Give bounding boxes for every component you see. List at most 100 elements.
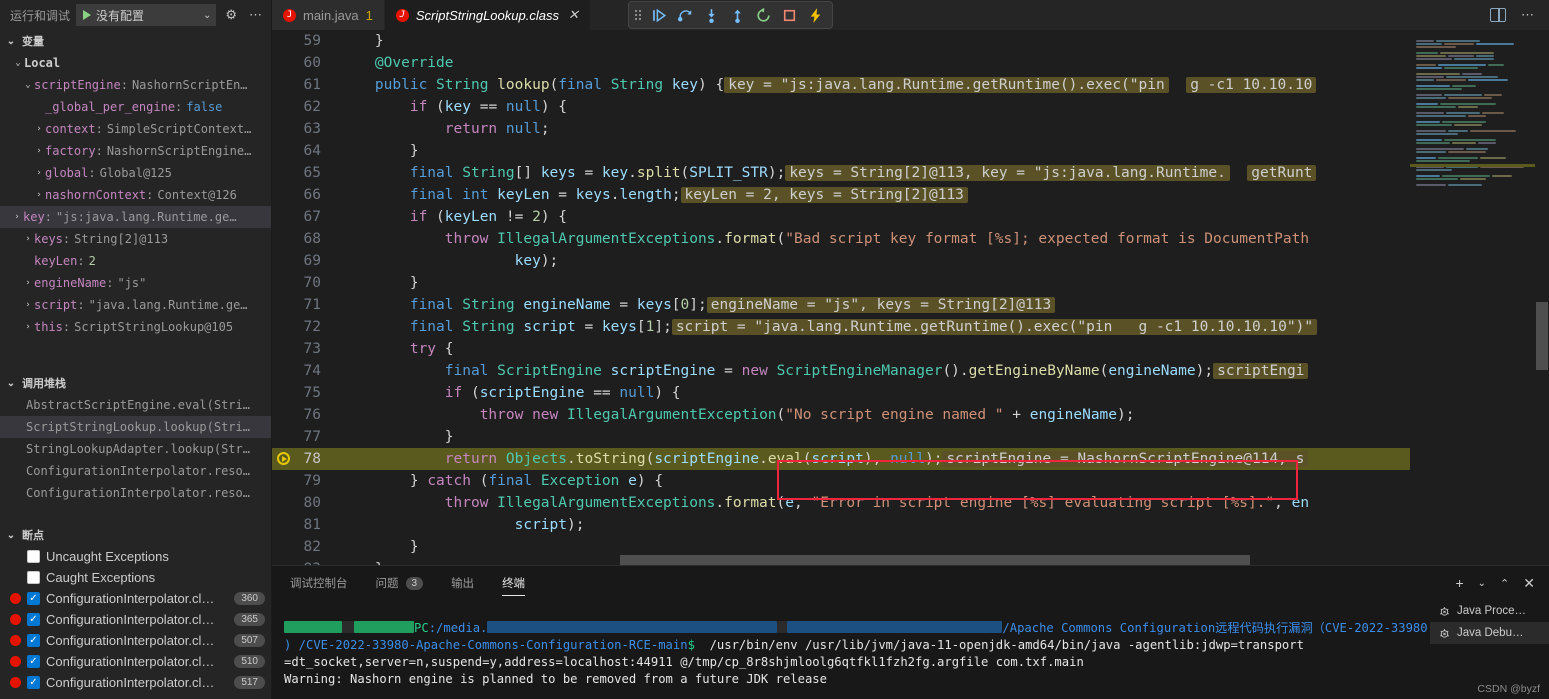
code-line[interactable]: 80 throw IllegalArgumentExceptions.forma… — [272, 492, 1410, 514]
terminal-dropdown-button[interactable]: ⌄ — [1478, 578, 1486, 589]
breakpoint-row[interactable]: Uncaught Exceptions — [0, 546, 271, 567]
code-line[interactable]: 62 if (key == null) { — [272, 96, 1410, 118]
code-line[interactable]: 60 @Override — [272, 52, 1410, 74]
code-line[interactable]: 76 throw new IllegalArgumentException("N… — [272, 404, 1410, 426]
chevron-right-icon[interactable]: › — [22, 278, 34, 288]
breakpoint-row[interactable]: ✓ ConfigurationInterpolator.cl… 507 — [0, 630, 271, 651]
chevron-right-icon[interactable]: › — [11, 212, 23, 222]
step-over-button[interactable] — [672, 2, 698, 28]
chevron-right-icon[interactable]: › — [33, 124, 45, 134]
code-editor[interactable]: 59 } 60 @Override 61 public String lookup(… — [272, 30, 1549, 565]
callstack-frame[interactable]: StringLookupAdapter.lookup(Str… — [0, 438, 271, 460]
line-number[interactable]: 71 — [272, 294, 340, 316]
chevron-down-icon[interactable]: ⌄ — [12, 58, 24, 68]
code-lines[interactable]: 59 } 60 @Override 61 public String lookup(… — [272, 30, 1410, 565]
line-number[interactable]: 63 — [272, 118, 340, 140]
line-number[interactable]: 83 — [272, 558, 340, 565]
terminal-item-java-process[interactable]: Java Proce… — [1430, 600, 1549, 622]
code-line[interactable]: 66 final int keyLen = keys.length; keyLen… — [272, 184, 1410, 206]
line-number[interactable]: 68 — [272, 228, 340, 250]
variable-row[interactable]: › global: Global@125 — [0, 162, 271, 184]
close-icon[interactable]: ✕ — [568, 7, 579, 23]
tab-debug-console[interactable]: 调试控制台 — [290, 566, 348, 600]
breakpoint-checkbox[interactable]: ✓ — [27, 592, 40, 605]
chevron-right-icon[interactable]: › — [33, 190, 45, 200]
variable-row[interactable]: keyLen:2 — [0, 250, 271, 272]
breakpoint-checkbox[interactable] — [27, 571, 40, 584]
breakpoint-checkbox[interactable]: ✓ — [27, 655, 40, 668]
tab-main-java[interactable]: J main.java 1 — [272, 0, 385, 30]
variables-scope-local[interactable]: ⌄ Local — [0, 52, 271, 74]
terminal-item-java-debug[interactable]: Java Debu… — [1430, 622, 1549, 644]
line-number[interactable]: 74 — [272, 360, 340, 382]
line-number[interactable]: 75 — [272, 382, 340, 404]
tab-output[interactable]: 输出 — [451, 566, 474, 600]
editor-vertical-scrollbar[interactable] — [1535, 30, 1549, 565]
chevron-right-icon[interactable]: › — [33, 146, 45, 156]
line-number[interactable]: 80 — [272, 492, 340, 514]
code-line[interactable]: 59 } — [272, 30, 1410, 52]
code-line[interactable]: 70 } — [272, 272, 1410, 294]
tab-scriptstringlookup-class[interactable]: J ScriptStringLookup.class ✕ — [384, 0, 591, 30]
callstack-frame[interactable]: AbstractScriptEngine.eval(Stri… — [0, 394, 271, 416]
code-line[interactable]: 64 } — [272, 140, 1410, 162]
line-number[interactable]: 66 — [272, 184, 340, 206]
line-number[interactable]: 73 — [272, 338, 340, 360]
variable-row[interactable]: › context: SimpleScriptContext… — [0, 118, 271, 140]
variable-row[interactable]: ⌄ scriptEngine: NashornScriptEn… — [0, 74, 271, 96]
scrollbar-thumb[interactable] — [1536, 302, 1548, 370]
callstack-frame[interactable]: ConfigurationInterpolator.reso… — [0, 460, 271, 482]
ellipsis-icon[interactable]: ⋯ — [246, 7, 265, 23]
variables-tree[interactable]: ⌄ Local ⌄ scriptEngine: NashornScriptEn… _g… — [0, 52, 271, 338]
callstack-frame[interactable]: ScriptStringLookup.lookup(Stri… — [0, 416, 271, 438]
new-terminal-button[interactable]: + — [1455, 575, 1463, 591]
scrollbar-thumb[interactable] — [620, 555, 1250, 565]
code-line[interactable]: 72 final String script = keys[1]; script … — [272, 316, 1410, 338]
code-line[interactable]: 75 if (scriptEngine == null) { — [272, 382, 1410, 404]
code-line[interactable]: 68 throw IllegalArgumentExceptions.forma… — [272, 228, 1410, 250]
breakpoint-checkbox[interactable]: ✓ — [27, 613, 40, 626]
breakpoint-checkbox[interactable]: ✓ — [27, 676, 40, 689]
code-line[interactable]: 63 return null; — [272, 118, 1410, 140]
line-number[interactable]: 59 — [272, 30, 340, 52]
code-line[interactable]: 77 } — [272, 426, 1410, 448]
chevron-down-icon[interactable]: ⌄ — [22, 80, 34, 90]
line-number[interactable]: 61 — [272, 74, 340, 96]
tab-terminal[interactable]: 终端 — [502, 566, 526, 600]
line-number[interactable]: 67 — [272, 206, 340, 228]
minimap[interactable] — [1410, 30, 1535, 565]
callstack-frame[interactable]: ConfigurationInterpolator.reso… — [0, 482, 271, 504]
code-line[interactable]: 69 key); — [272, 250, 1410, 272]
variable-row[interactable]: › this: ScriptStringLookup@105 — [0, 316, 271, 338]
line-number[interactable]: 60 — [272, 52, 340, 74]
code-line[interactable]: 73 try { — [272, 338, 1410, 360]
variable-row[interactable]: › nashornContext: Context@126 — [0, 184, 271, 206]
ellipsis-icon[interactable]: ⋯ — [1518, 7, 1537, 23]
editor-horizontal-scrollbar[interactable] — [340, 555, 1410, 565]
breakpoint-row[interactable]: ✓ ConfigurationInterpolator.cl… 365 — [0, 609, 271, 630]
step-out-button[interactable] — [724, 2, 750, 28]
line-number[interactable]: 79 — [272, 470, 340, 492]
terminal-output[interactable]: PC:/media. /Apache Commons Configuration远… — [272, 600, 1430, 699]
code-line[interactable]: 78 return Objects.toString(scriptEngine.… — [272, 448, 1410, 470]
play-icon[interactable] — [83, 10, 92, 20]
hot-reload-button[interactable] — [802, 2, 828, 28]
variable-row[interactable]: › keys: String[2]@113 — [0, 228, 271, 250]
line-number[interactable]: 76 — [272, 404, 340, 426]
line-number[interactable]: 69 — [272, 250, 340, 272]
line-number[interactable]: 81 — [272, 514, 340, 536]
chevron-right-icon[interactable]: › — [22, 234, 34, 244]
variable-row[interactable]: › factory: NashornScriptEngine… — [0, 140, 271, 162]
breakpoint-row[interactable]: Caught Exceptions — [0, 567, 271, 588]
line-number[interactable]: 62 — [272, 96, 340, 118]
tab-problems[interactable]: 问题 3 — [376, 566, 424, 600]
code-line[interactable]: 81 script); — [272, 514, 1410, 536]
code-line[interactable]: 67 if (keyLen != 2) { — [272, 206, 1410, 228]
variable-row[interactable]: › key: "js:java.lang.Runtime.ge… — [0, 206, 271, 228]
variable-row[interactable]: › engineName: "js" — [0, 272, 271, 294]
chevron-right-icon[interactable]: › — [22, 300, 34, 310]
drag-handle-icon[interactable] — [635, 10, 641, 20]
line-number[interactable]: 77 — [272, 426, 340, 448]
variable-row[interactable]: _global_per_engine: false — [0, 96, 271, 118]
chevron-right-icon[interactable]: › — [33, 168, 45, 178]
